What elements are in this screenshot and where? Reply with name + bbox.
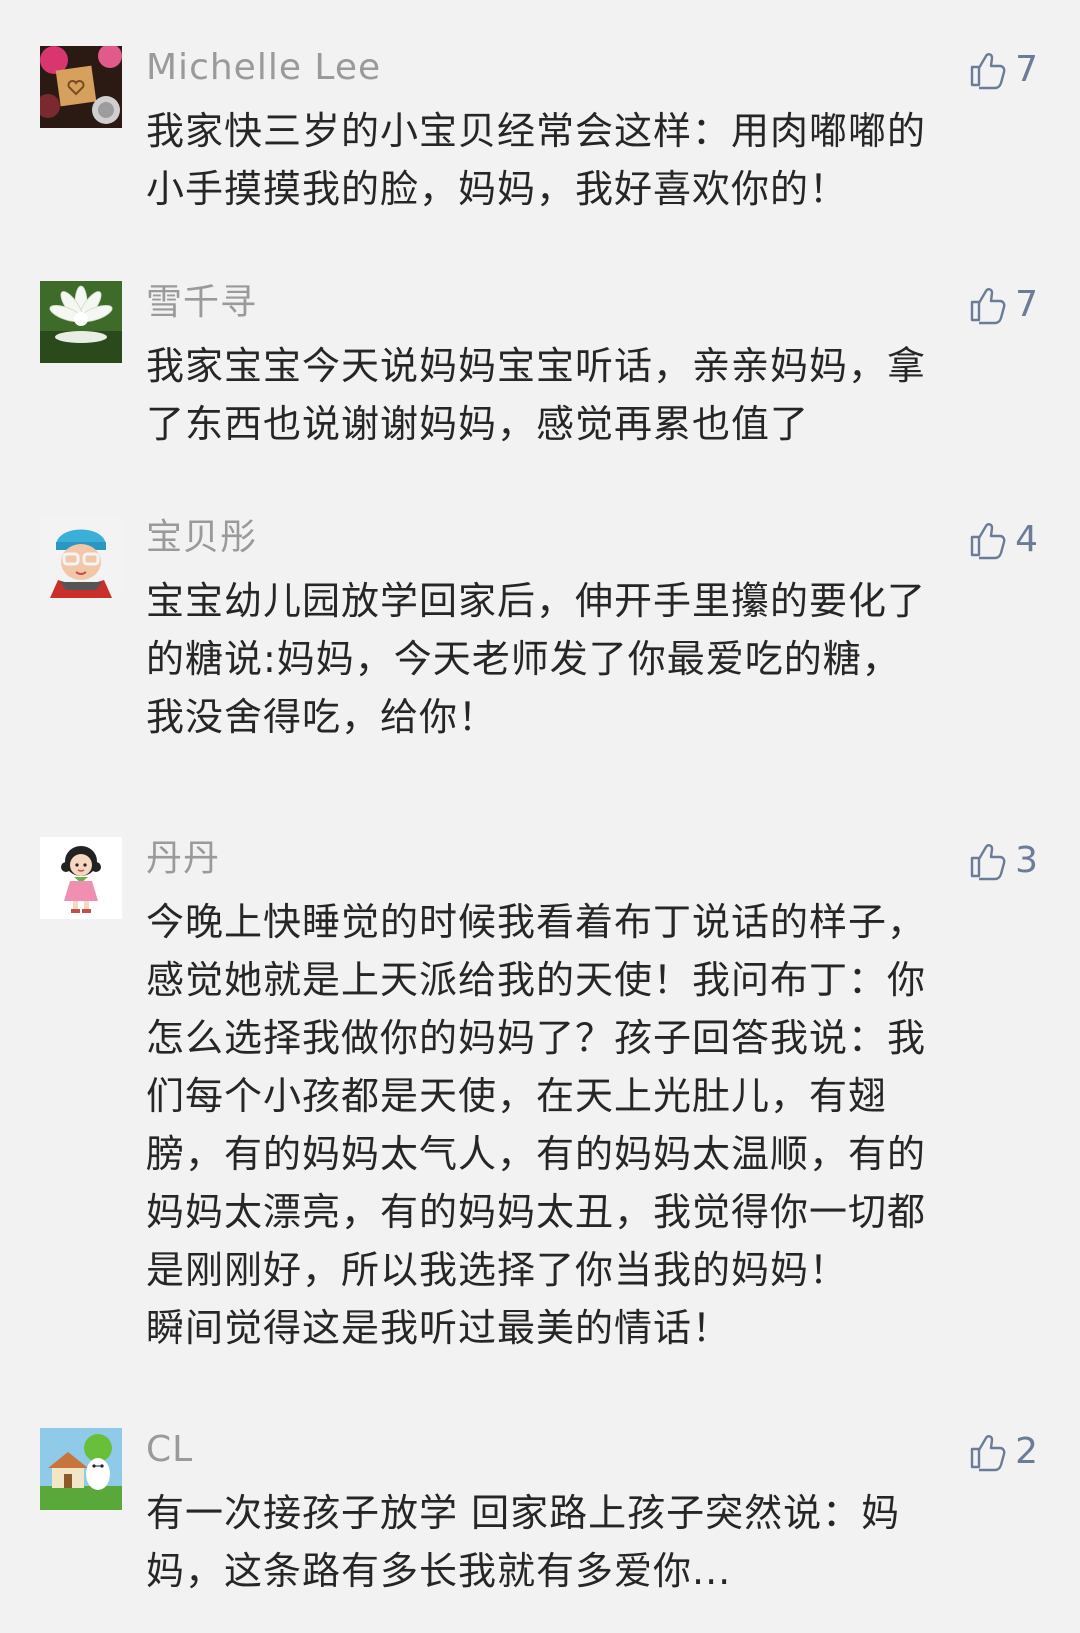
thumbs-up-icon (967, 1432, 1007, 1472)
comment-line: 了东西也说谢谢妈妈，感觉再累也值了 (146, 402, 810, 446)
thumbs-up-icon (967, 520, 1007, 560)
avatar[interactable] (40, 837, 122, 919)
comment-line: 妈妈太漂亮，有的妈妈太丑，我觉得你一切都 (146, 1190, 927, 1234)
like-button[interactable]: 7 (967, 48, 1038, 92)
comment-text: 我家宝宝今天说妈妈宝宝听话，亲亲妈妈，拿 了东西也说谢谢妈妈，感觉再累也值了 (146, 337, 1046, 453)
comment-line: 有一次接孩子放学 回家路上孩子突然说：妈 (146, 1491, 901, 1535)
avatar[interactable] (40, 281, 122, 363)
like-button[interactable]: 7 (967, 283, 1038, 327)
comment-line: 感觉她就是上天派给我的天使！我问布丁：你 (146, 958, 927, 1002)
avatar-cartoon-house-icon (40, 1428, 122, 1510)
avatar-heart-block-icon (40, 46, 122, 128)
comment-line: 我家快三岁的小宝贝经常会这样：用肉嘟嘟的 (146, 109, 927, 153)
commenter-name[interactable]: CL (146, 1428, 193, 1472)
comment-line: 是刚刚好，所以我选择了你当我的妈妈！ (146, 1248, 849, 1292)
comment-line: 的糖说:妈妈，今天老师发了你最爱吃的糖， (146, 637, 901, 681)
like-button[interactable]: 4 (967, 518, 1038, 562)
comment-line: 今晚上快睡觉的时候我看着布丁说话的样子， (146, 900, 927, 944)
thumbs-up-icon (967, 285, 1007, 325)
comment-text: 今晚上快睡觉的时候我看着布丁说话的样子， 感觉她就是上天派给我的天使！我问布丁：… (146, 893, 1046, 1357)
comment-line: 小手摸摸我的脸，妈妈，我好喜欢你的！ (146, 167, 849, 211)
commenter-name[interactable]: 宝贝彤 (146, 516, 257, 560)
comment-line: 我家宝宝今天说妈妈宝宝听话，亲亲妈妈，拿 (146, 344, 927, 388)
like-count: 3 (1015, 840, 1038, 881)
like-count: 7 (1015, 284, 1038, 325)
thumbs-up-icon (967, 50, 1007, 90)
comment-line: 我没舍得吃，给你！ (146, 695, 498, 739)
like-count: 2 (1015, 1431, 1038, 1472)
comment-line: 怎么选择我做你的妈妈了？孩子回答我说：我 (146, 1016, 927, 1060)
comment-line: 膀，有的妈妈太气人，有的妈妈太温顺，有的 (146, 1132, 927, 1176)
commenter-name[interactable]: 雪千寻 (146, 281, 257, 325)
avatar-white-flower-icon (40, 281, 122, 363)
comment-text: 我家快三岁的小宝贝经常会这样：用肉嘟嘟的 小手摸摸我的脸，妈妈，我好喜欢你的！ (146, 102, 1046, 218)
avatar[interactable] (40, 46, 122, 128)
comment-line: 宝宝幼儿园放学回家后，伸开手里攥的要化了 (146, 579, 927, 623)
like-button[interactable]: 2 (967, 1430, 1038, 1474)
commenter-name[interactable]: Michelle Lee (146, 46, 381, 90)
avatar[interactable] (40, 516, 122, 598)
avatar[interactable] (40, 1428, 122, 1510)
comment-line: 妈，这条路有多长我就有多爱你... (146, 1549, 732, 1593)
thumbs-up-icon (967, 841, 1007, 881)
comment-line: 们每个小孩都是天使，在天上光肚儿，有翅 (146, 1074, 888, 1118)
commenter-name[interactable]: 丹丹 (146, 837, 220, 881)
avatar-child-in-hat-icon (40, 516, 122, 598)
comment-text: 有一次接孩子放学 回家路上孩子突然说：妈 妈，这条路有多长我就有多爱你... (146, 1484, 1046, 1600)
like-count: 4 (1015, 519, 1038, 560)
like-count: 7 (1015, 49, 1038, 90)
comment-line: 瞬间觉得这是我听过最美的情话！ (146, 1306, 732, 1350)
like-button[interactable]: 3 (967, 839, 1038, 883)
avatar-cartoon-girl-icon (40, 837, 122, 919)
comment-text: 宝宝幼儿园放学回家后，伸开手里攥的要化了 的糖说:妈妈，今天老师发了你最爱吃的糖… (146, 572, 1046, 746)
